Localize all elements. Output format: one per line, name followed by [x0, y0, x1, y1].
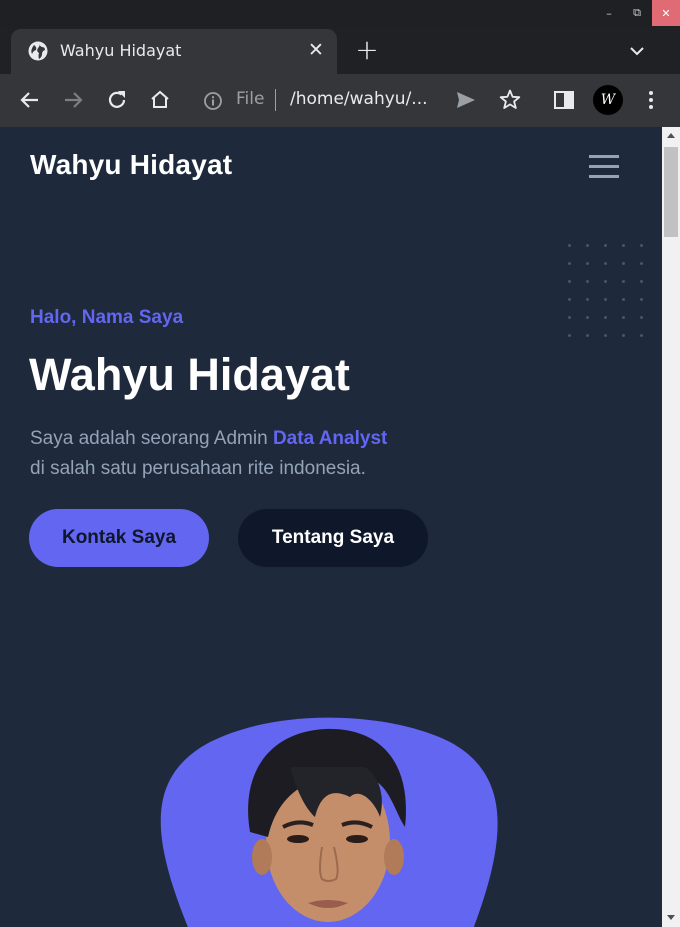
address-bar[interactable]: File /home/wahyu/... [193, 81, 533, 119]
url-scheme-label: File [236, 89, 265, 109]
window-titlebar: – ⧉ ✕ [0, 0, 680, 28]
back-arrow-icon[interactable] [17, 87, 43, 113]
decorative-dot [640, 298, 643, 301]
more-menu-icon[interactable] [638, 87, 664, 113]
globe-icon [28, 41, 48, 61]
decorative-dot [568, 262, 571, 265]
decorative-dot [640, 316, 643, 319]
description-suffix: di salah satu perusahaan rite indonesia. [30, 458, 366, 479]
close-window-button[interactable]: ✕ [652, 0, 680, 26]
vertical-scrollbar[interactable] [662, 127, 680, 927]
address-separator [275, 89, 276, 111]
decorative-dot [622, 316, 625, 319]
dot-pattern-decoration [565, 241, 645, 341]
url-text[interactable]: /home/wahyu/... [290, 89, 428, 109]
side-panel-icon[interactable] [551, 87, 577, 113]
decorative-dot [622, 262, 625, 265]
browser-toolbar: File /home/wahyu/... W [0, 74, 680, 127]
decorative-dot [586, 244, 589, 247]
send-icon[interactable] [453, 87, 479, 113]
tab-search-chevron-icon[interactable] [624, 38, 650, 64]
reload-icon[interactable] [104, 87, 130, 113]
decorative-dot [622, 280, 625, 283]
forward-arrow-icon[interactable] [60, 87, 86, 113]
maximize-button[interactable]: ⧉ [624, 0, 650, 26]
decorative-dot [568, 244, 571, 247]
profile-photo [160, 717, 498, 927]
hero-description: Saya adalah seorang Admin Data Analyst d… [30, 424, 450, 484]
decorative-dot [622, 298, 625, 301]
hamburger-menu-icon[interactable] [589, 155, 619, 179]
decorative-dot [604, 334, 607, 337]
scrollbar-thumb[interactable] [664, 147, 678, 237]
decorative-dot [586, 316, 589, 319]
info-icon[interactable] [203, 91, 223, 111]
decorative-dot [586, 298, 589, 301]
home-icon[interactable] [147, 87, 173, 113]
hero-greeting: Halo, Nama Saya [30, 307, 184, 328]
decorative-dot [604, 244, 607, 247]
decorative-dot [604, 262, 607, 265]
decorative-dot [622, 244, 625, 247]
decorative-dot [568, 316, 571, 319]
decorative-dot [604, 280, 607, 283]
hero-name: Wahyu Hidayat [29, 349, 350, 400]
description-prefix: Saya adalah seorang Admin [30, 428, 273, 449]
decorative-dot [568, 280, 571, 283]
decorative-dot [586, 280, 589, 283]
new-tab-button[interactable]: + [352, 36, 382, 66]
decorative-dot [604, 298, 607, 301]
decorative-dot [568, 334, 571, 337]
browser-tab[interactable]: Wahyu Hidayat ✕ [11, 29, 337, 74]
scroll-down-arrow-icon[interactable] [667, 915, 675, 920]
decorative-dot [586, 334, 589, 337]
decorative-dot [604, 316, 607, 319]
profile-avatar[interactable]: W [593, 85, 623, 115]
decorative-dot [640, 244, 643, 247]
site-brand[interactable]: Wahyu Hidayat [30, 149, 232, 181]
contact-button[interactable]: Kontak Saya [29, 509, 209, 567]
minimize-button[interactable]: – [596, 0, 622, 26]
decorative-dot [640, 334, 643, 337]
decorative-dot [622, 334, 625, 337]
tab-close-button[interactable]: ✕ [305, 39, 327, 61]
decorative-dot [640, 262, 643, 265]
decorative-dot [568, 298, 571, 301]
about-button[interactable]: Tentang Saya [238, 509, 428, 567]
bookmark-star-icon[interactable] [497, 87, 523, 113]
decorative-dot [640, 280, 643, 283]
decorative-dot [586, 262, 589, 265]
description-highlight: Data Analyst [272, 428, 388, 449]
page-viewport: Wahyu Hidayat Halo, Nama Saya Wahyu Hida… [0, 127, 662, 927]
scroll-up-arrow-icon[interactable] [667, 133, 675, 138]
tab-title: Wahyu Hidayat [60, 41, 182, 60]
